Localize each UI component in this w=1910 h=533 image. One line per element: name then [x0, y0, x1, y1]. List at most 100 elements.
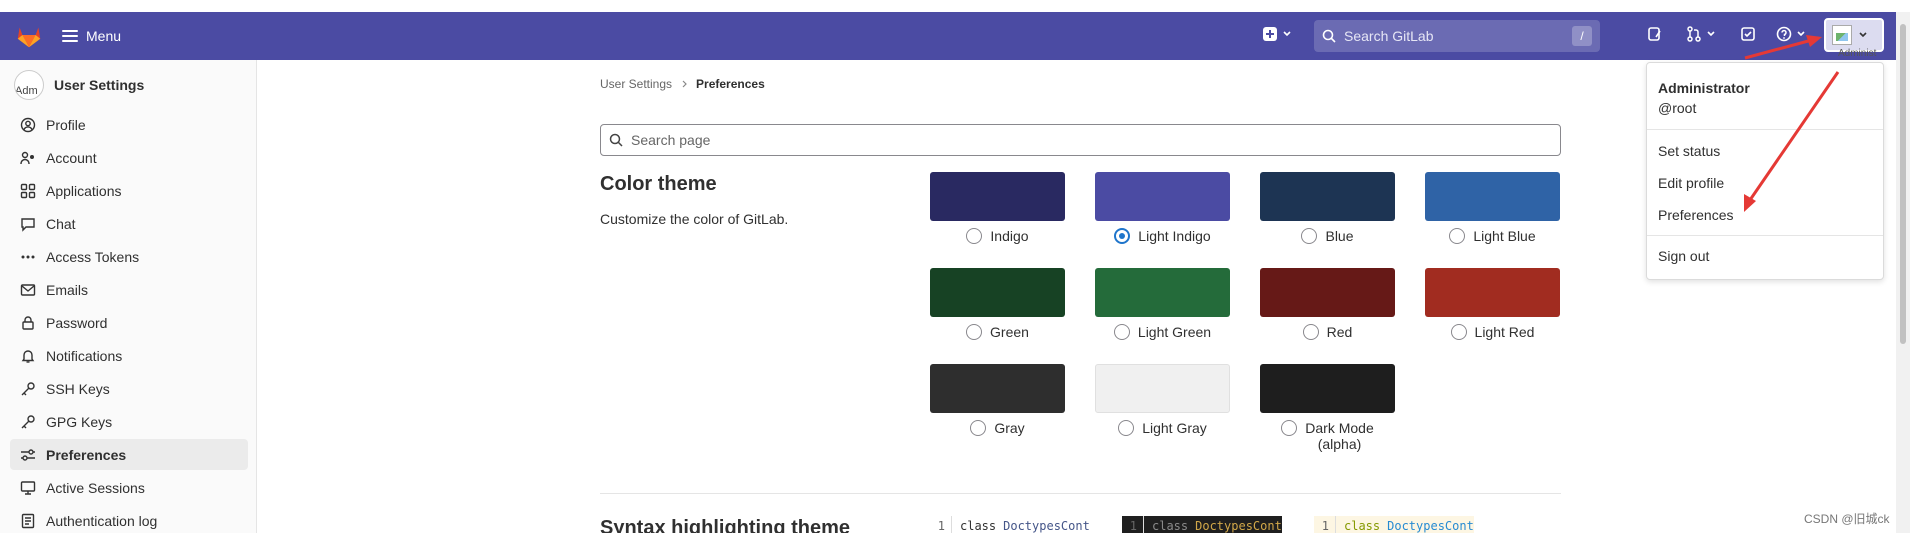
sidebar-item-label: Access Tokens — [46, 248, 140, 265]
sidebar-item-password[interactable]: Password — [10, 307, 248, 338]
sidebar-item-preferences[interactable]: Preferences — [10, 439, 248, 470]
user-menu-edit-profile[interactable]: Edit profile — [1658, 175, 1724, 191]
sidebar-item-active-sessions[interactable]: Active Sessions — [10, 472, 248, 503]
sidebar-item-label: Profile — [46, 116, 86, 133]
theme-radio[interactable] — [1450, 324, 1467, 340]
theme-option-label: Indigo — [990, 228, 1029, 244]
todos-button[interactable] — [1740, 26, 1756, 42]
color-theme-title: Color theme — [600, 173, 717, 195]
sidebar-item-authentication-log[interactable]: Authentication log — [10, 505, 248, 533]
window-top-strip — [0, 0, 1910, 12]
sidebar-header[interactable]: Adm User Settings — [14, 70, 144, 100]
sidebar-item-profile[interactable]: Profile — [10, 109, 248, 140]
theme-option-light-blue[interactable]: Light Blue — [1425, 228, 1560, 244]
theme-swatch[interactable] — [1095, 268, 1230, 317]
user-menu-handle[interactable]: @root — [1658, 100, 1696, 116]
avatar — [1832, 25, 1852, 45]
theme-option-dark-mode[interactable]: Dark Mode (alpha) — [1260, 420, 1395, 452]
sidebar-item-label: Emails — [46, 281, 89, 298]
theme-radio[interactable] — [966, 324, 983, 340]
merge-requests-button[interactable] — [1686, 26, 1716, 42]
theme-swatch[interactable] — [930, 172, 1065, 221]
theme-option-light-indigo[interactable]: Light Indigo — [1095, 228, 1230, 244]
theme-swatch[interactable] — [1260, 172, 1395, 221]
syntax-theme-preview[interactable]: 1 class DoctypesCont — [1314, 516, 1474, 533]
sidebar-item-label: Active Sessions — [46, 479, 145, 496]
theme-swatch[interactable] — [1095, 172, 1230, 221]
page-search-input[interactable]: Search page — [600, 124, 1561, 156]
menu-button[interactable]: Menu — [62, 22, 121, 50]
color-theme-description: Customize the color of GitLab. — [600, 211, 789, 227]
sidebar-item-gpg-keys[interactable]: GPG Keys — [10, 406, 248, 437]
syntax-theme-preview[interactable]: 1 class DoctypesCont — [1122, 516, 1282, 533]
theme-option-light-red[interactable]: Light Red — [1425, 324, 1560, 340]
search-placeholder: Search GitLab — [1344, 28, 1434, 44]
sidebar-item-chat[interactable]: Chat — [10, 208, 248, 239]
avatar-alt-text: Administ — [1838, 48, 1877, 59]
theme-option-blue[interactable]: Blue — [1260, 228, 1395, 244]
user-menu-set-status[interactable]: Set status — [1658, 143, 1720, 159]
user-menu-name[interactable]: Administrator — [1658, 80, 1750, 96]
theme-option-light-green[interactable]: Light Green — [1095, 324, 1230, 340]
sidebar-item-notifications[interactable]: Notifications — [10, 340, 248, 371]
theme-radio[interactable] — [1302, 324, 1319, 340]
sidebar-item-access-tokens[interactable]: Access Tokens — [10, 241, 248, 272]
theme-option-green[interactable]: Green — [930, 324, 1065, 340]
page-scrollbar-thumb[interactable] — [1900, 24, 1906, 344]
theme-swatch[interactable] — [1260, 364, 1395, 413]
theme-option-label: Blue — [1325, 228, 1354, 244]
syntax-theme-preview[interactable]: 1 class DoctypesCont — [930, 516, 1090, 533]
theme-swatch[interactable] — [1095, 364, 1230, 413]
theme-option-indigo[interactable]: Indigo — [930, 228, 1065, 244]
user-menu-sign-out[interactable]: Sign out — [1658, 248, 1709, 264]
user-menu-preferences[interactable]: Preferences — [1658, 207, 1733, 223]
chat-icon — [20, 216, 36, 232]
theme-swatch[interactable] — [1260, 268, 1395, 317]
line-number: 1 — [1122, 516, 1144, 533]
issues-button[interactable] — [1647, 26, 1663, 42]
help-button[interactable] — [1776, 26, 1806, 42]
new-item-button[interactable] — [1262, 26, 1292, 42]
theme-radio[interactable] — [1114, 228, 1131, 244]
theme-option-red[interactable]: Red — [1260, 324, 1395, 340]
sidebar-item-ssh-keys[interactable]: SSH Keys — [10, 373, 248, 404]
theme-swatch[interactable] — [930, 268, 1065, 317]
sidebar-item-emails[interactable]: Emails — [10, 274, 248, 305]
theme-swatch[interactable] — [930, 364, 1065, 413]
breadcrumb-current: Preferences — [696, 77, 765, 91]
profile-icon — [20, 117, 36, 133]
sidebar-item-label: SSH Keys — [46, 380, 110, 397]
gitlab-logo-icon[interactable] — [14, 20, 44, 50]
sidebar-item-applications[interactable]: Applications — [10, 175, 248, 206]
theme-option-label: Light Gray — [1142, 420, 1207, 436]
page-search-placeholder: Search page — [631, 132, 711, 148]
key-icon — [20, 414, 36, 430]
syntax-theme-title: Syntax highlighting theme — [600, 517, 851, 533]
theme-radio[interactable] — [1113, 324, 1130, 340]
theme-option-label: Light Green — [1137, 324, 1212, 340]
chevron-right-icon — [682, 80, 687, 88]
line-number: 1 — [1314, 516, 1336, 533]
theme-swatch[interactable] — [1425, 172, 1560, 221]
code-class-name: DoctypesCont — [1387, 519, 1474, 533]
breadcrumb: User Settings Preferences — [600, 77, 765, 91]
issues-icon — [1648, 27, 1661, 41]
theme-radio[interactable] — [1281, 420, 1298, 436]
account-icon — [20, 150, 36, 166]
theme-radio[interactable] — [1118, 420, 1135, 436]
theme-radio[interactable] — [966, 228, 983, 244]
theme-option-gray[interactable]: Gray — [930, 420, 1065, 436]
sidebar-item-label: Password — [46, 314, 108, 331]
theme-swatch[interactable] — [1425, 268, 1560, 317]
theme-option-light-gray[interactable]: Light Gray — [1095, 420, 1230, 436]
mail-icon — [20, 282, 36, 298]
global-search-input[interactable]: Search GitLab / — [1314, 20, 1600, 52]
theme-radio[interactable] — [1301, 228, 1318, 244]
theme-radio[interactable] — [1449, 228, 1466, 244]
sidebar-item-label: Chat — [46, 215, 76, 232]
user-avatar-button[interactable]: Administ — [1824, 18, 1884, 59]
theme-radio[interactable] — [970, 420, 987, 436]
sidebar-item-account[interactable]: Account — [10, 142, 248, 173]
breadcrumb-parent-link[interactable]: User Settings — [600, 77, 672, 91]
user-menu-divider — [1647, 129, 1883, 130]
